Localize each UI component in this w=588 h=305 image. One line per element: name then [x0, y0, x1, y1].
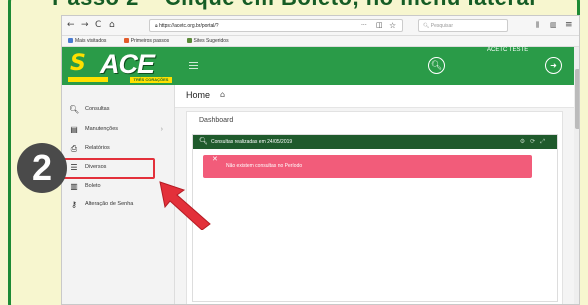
page-title: Dashboard: [199, 117, 234, 124]
search-icon: 🔍︎: [69, 105, 80, 114]
sidebar-item-label: Consultas: [85, 106, 110, 112]
sidebar-item-consultas[interactable]: 🔍︎ Consultas: [62, 101, 175, 118]
bookmark-label: Mais visitados: [75, 38, 107, 44]
bookmark-item[interactable]: Primeiros passos: [123, 38, 177, 44]
globe-icon: [186, 38, 192, 43]
page-actions-icon[interactable]: ···: [361, 19, 367, 32]
reader-icon[interactable]: ▥: [550, 19, 557, 32]
bookmark-item[interactable]: Mais visitados: [68, 38, 114, 44]
search-icon: 🔍︎: [423, 23, 431, 29]
database-icon: ▤: [70, 125, 78, 134]
tutorial-banner: Passo 2 – Clique em Boleto, no menu late…: [0, 0, 588, 12]
firefox-icon: [123, 38, 129, 43]
breadcrumb: Home ⌂: [175, 85, 579, 108]
forward-icon[interactable]: →: [81, 19, 89, 32]
bookmarks-bar: Mais visitados Primeiros passos Sites Su…: [62, 36, 579, 47]
panel-title: Consultas realizadas em 24/05/2019: [211, 139, 293, 145]
gear-icon: [68, 38, 73, 43]
panel-header: 🔍︎ Consultas realizadas em 24/05/2019 ⚙⟳…: [193, 135, 557, 149]
alert-message: ✕ Não existem consultas no Período ✕: [203, 150, 532, 178]
browser-toolbar: ← → C ⌂ 🔒︎ https://acetc.org.br/portal/?…: [62, 16, 579, 36]
bookmark-item[interactable]: Sites Sugeridos: [186, 38, 237, 44]
app-header: 🔍︎ ACETC TESTE ➜: [175, 47, 579, 85]
key-icon: ⚷: [71, 200, 77, 209]
step-number-badge: 2: [17, 143, 67, 193]
panel-tools[interactable]: ⚙⟳⤢: [520, 135, 550, 149]
logout-icon: ➜: [550, 61, 557, 70]
search-button[interactable]: 🔍︎: [428, 57, 445, 74]
logo-swoosh-icon: S: [70, 51, 86, 76]
scrollbar-thumb[interactable]: [575, 69, 579, 129]
banner-text: Passo 2 – Clique em Boleto, no menu late…: [0, 0, 588, 11]
main-content: Dashboard 🔍︎ Consultas realizadas em 24/…: [175, 108, 579, 304]
bookmark-star-icon[interactable]: ☆: [389, 19, 396, 32]
logo-strip: [68, 77, 108, 82]
user-name[interactable]: ACETC TESTE: [487, 47, 528, 85]
sidebar-item-label: Alteração de Senha: [85, 201, 134, 207]
menu-toggle-icon[interactable]: [189, 62, 198, 69]
pocket-icon[interactable]: ◫: [376, 19, 383, 32]
library-icon[interactable]: ⫼: [536, 19, 539, 32]
dashboard-card: Dashboard 🔍︎ Consultas realizadas em 24/…: [186, 111, 563, 304]
search-icon: 🔍︎: [430, 60, 443, 70]
sidebar-item-label: Relatórios: [85, 145, 110, 151]
alert-text: Não existem consultas no Período: [226, 163, 303, 169]
home-icon[interactable]: ⌂: [220, 90, 225, 99]
error-icon: ✕: [212, 155, 218, 163]
consultas-panel: 🔍︎ Consultas realizadas em 24/05/2019 ⚙⟳…: [192, 134, 558, 302]
search-placeholder: Pesquisar: [430, 23, 453, 29]
hamburger-menu-icon[interactable]: ≡: [565, 19, 573, 32]
bookmark-label: Primeiros passos: [130, 38, 170, 44]
sidebar-item-manutencoes[interactable]: ▤ Manutenções ›: [62, 121, 175, 138]
url-text: https://acetc.org.br/portal/?: [159, 23, 219, 29]
logo-text: ACE: [100, 49, 155, 79]
browser-search-input[interactable]: 🔍︎ Pesquisar: [418, 19, 508, 32]
close-icon[interactable]: ✕: [520, 150, 525, 157]
chevron-right-icon: ›: [160, 126, 163, 133]
reload-icon[interactable]: C: [95, 19, 101, 32]
search-icon: 🔍︎: [199, 138, 208, 145]
bookmark-label: Sites Sugeridos: [193, 38, 229, 44]
sidebar-item-relatorios[interactable]: ⎙ Relatórios: [62, 140, 175, 157]
logo-city: TRÊS CORAÇÕES: [130, 77, 172, 83]
home-icon[interactable]: ⌂: [109, 19, 115, 32]
logout-button[interactable]: ➜: [545, 57, 562, 74]
sidebar-item-label: Boleto: [85, 183, 101, 189]
scrollbar[interactable]: [574, 47, 579, 304]
sidebar-item-label: Manutenções: [85, 126, 119, 132]
pointer-arrow-icon: [159, 181, 211, 230]
breadcrumb-home: Home: [186, 90, 211, 100]
print-icon: ⎙: [70, 144, 78, 153]
back-icon[interactable]: ←: [67, 19, 75, 32]
ace-logo[interactable]: S ACE TRÊS CORAÇÕES: [62, 47, 175, 85]
barcode-icon: ▥: [70, 182, 78, 191]
